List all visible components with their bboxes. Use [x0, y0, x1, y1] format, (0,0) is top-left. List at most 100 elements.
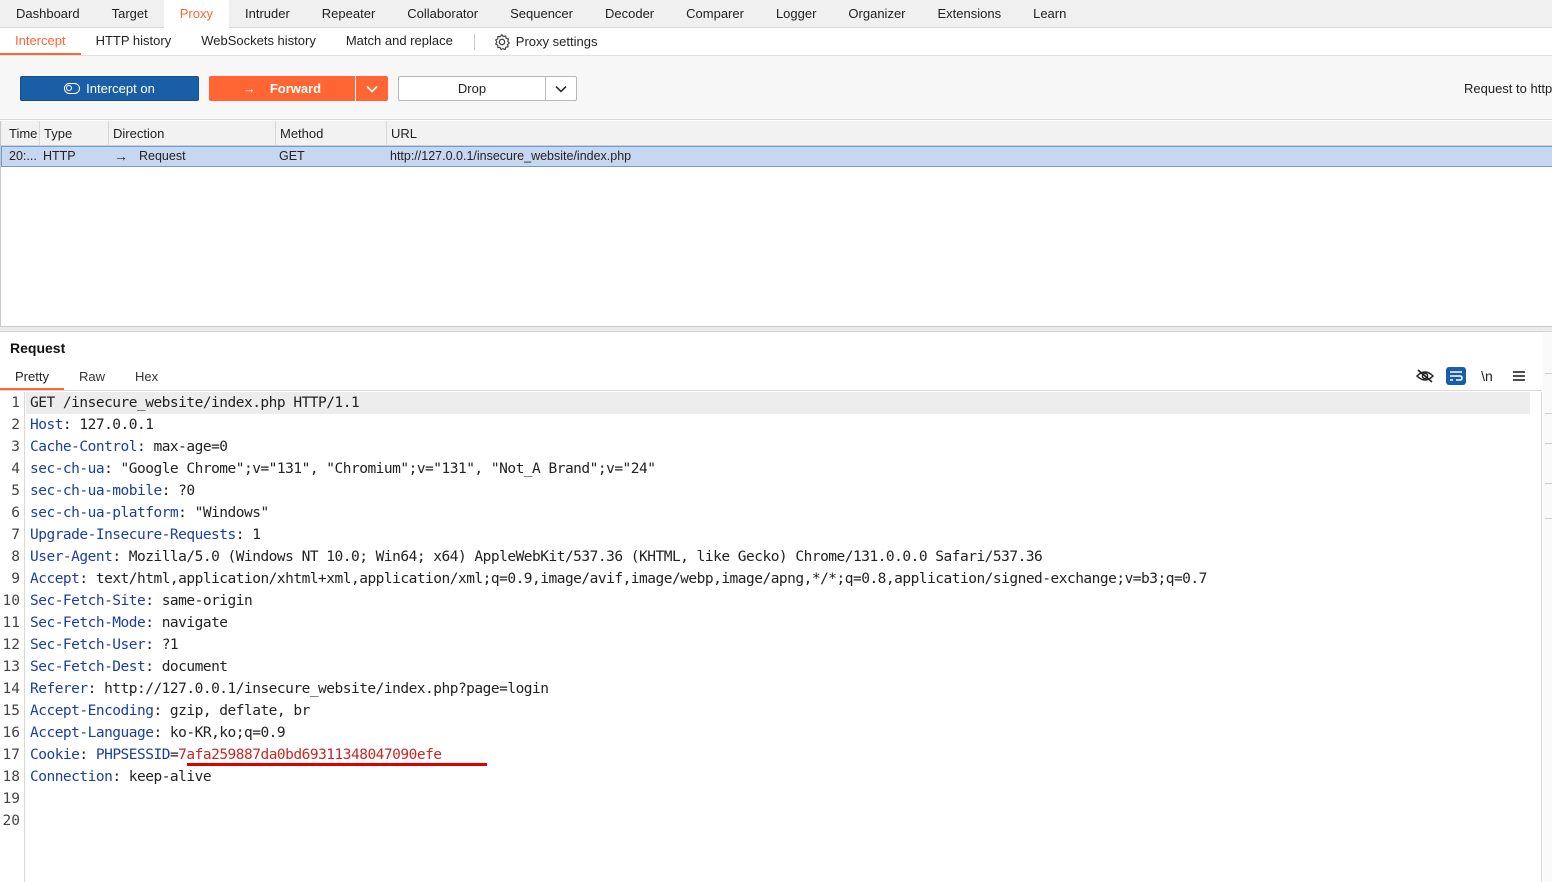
- header-line: sec-ch-ua: "Google Chrome";v="131", "Chr…: [30, 458, 656, 480]
- forward-button[interactable]: → Forward: [209, 76, 356, 101]
- pane-splitter[interactable]: [0, 327, 1552, 332]
- line-number: 19: [2, 791, 20, 807]
- header-value: 127.0.0.1: [79, 417, 154, 433]
- tab-pretty[interactable]: Pretty: [0, 364, 64, 390]
- drop-dropdown-button[interactable]: [546, 77, 576, 100]
- intercept-toggle-button[interactable]: Intercept on: [20, 76, 199, 101]
- table-row[interactable]: 20:... HTTP → Request GET http://127.0.0…: [1, 146, 1552, 167]
- header-line: sec-ch-ua-mobile: ?0: [30, 480, 195, 502]
- tab-websockets-history[interactable]: WebSockets history: [186, 28, 331, 55]
- inspector-side-strip[interactable]: [1543, 333, 1552, 882]
- tab-hex[interactable]: Hex: [120, 364, 173, 390]
- tab-logger[interactable]: Logger: [760, 0, 832, 28]
- header-value: max-age=0: [153, 439, 228, 455]
- line-number: 12: [2, 637, 20, 653]
- header-line: Sec-Fetch-User: ?1: [30, 634, 179, 656]
- header-key: Sec-Fetch-User: [30, 637, 146, 653]
- tab-intruder[interactable]: Intruder: [229, 0, 306, 28]
- line-number-gutter: 1 2 3 4 5 6 7 8 9 10 11 12 13 14 15 16 1…: [0, 392, 25, 882]
- tab-dashboard[interactable]: Dashboard: [0, 0, 96, 28]
- request-editor[interactable]: 1 2 3 4 5 6 7 8 9 10 11 12 13 14 15 16 1…: [0, 392, 1542, 882]
- header-sep: :: [145, 659, 162, 675]
- header-key: Connection: [30, 769, 113, 785]
- tab-raw[interactable]: Raw: [64, 364, 120, 390]
- column-header-method[interactable]: Method: [276, 121, 387, 146]
- request-target-label: Request to http: [1464, 81, 1552, 96]
- line-number: 8: [11, 549, 20, 565]
- header-sep: :: [112, 549, 129, 565]
- line-number: 13: [2, 659, 20, 675]
- header-sep: :: [112, 769, 129, 785]
- arrow-right-icon: →: [242, 81, 256, 96]
- hamburger-menu-icon[interactable]: [1508, 366, 1530, 386]
- request-line: GET /insecure_website/index.php HTTP/1.1: [26, 392, 1530, 414]
- header-value: text/html,application/xhtml+xml,applicat…: [95, 571, 1208, 587]
- tab-extensions[interactable]: Extensions: [922, 0, 1018, 28]
- header-sep: :: [79, 747, 96, 763]
- drop-button[interactable]: Drop: [399, 77, 546, 100]
- tab-decoder[interactable]: Decoder: [589, 0, 670, 28]
- chevron-down-icon: [366, 85, 378, 93]
- forward-dropdown-button[interactable]: [356, 76, 388, 101]
- header-value: http://127.0.0.1/insecure_website/index.…: [104, 681, 549, 697]
- header-sep: :: [104, 461, 121, 477]
- proxy-settings-button[interactable]: Proxy settings: [487, 28, 613, 55]
- line-number: 11: [2, 615, 20, 631]
- header-value: 1: [252, 527, 261, 543]
- table-header: Time Type Direction Method URL: [1, 121, 1552, 146]
- header-sep: :: [87, 681, 105, 697]
- header-value: navigate: [161, 615, 228, 631]
- header-value: ?1: [161, 637, 179, 653]
- header-value: "Windows": [194, 505, 270, 521]
- column-header-direction[interactable]: Direction: [109, 121, 276, 146]
- column-header-url[interactable]: URL: [387, 121, 1547, 146]
- header-key: User-Agent: [30, 549, 113, 565]
- line-number: 4: [11, 461, 20, 477]
- header-key: Sec-Fetch-Mode: [30, 615, 146, 631]
- header-line: User-Agent: Mozilla/5.0 (Windows NT 10.0…: [30, 546, 1043, 568]
- request-panel-title: Request: [10, 340, 66, 356]
- header-sep: :: [153, 725, 170, 741]
- header-value: "Google Chrome";v="131", "Chromium";v="1…: [120, 461, 656, 477]
- tab-http-history[interactable]: HTTP history: [81, 28, 187, 55]
- tab-sequencer[interactable]: Sequencer: [494, 0, 589, 28]
- forward-label: Forward: [269, 81, 322, 96]
- row-method: GET: [279, 149, 305, 163]
- column-header-type[interactable]: Type: [40, 121, 109, 146]
- header-sep: :: [62, 417, 80, 433]
- wrap-lines-icon[interactable]: [1446, 367, 1466, 385]
- line-number: 16: [2, 725, 20, 741]
- hide-eye-icon[interactable]: [1414, 366, 1436, 386]
- header-line: Accept-Encoding: gzip, deflate, br: [30, 700, 310, 722]
- forward-button-group: → Forward: [209, 76, 388, 101]
- tab-match-and-replace[interactable]: Match and replace: [331, 28, 468, 55]
- tab-learn[interactable]: Learn: [1017, 0, 1082, 28]
- chevron-down-icon: [555, 85, 567, 93]
- cookie-name: PHPSESSID: [95, 747, 171, 763]
- tab-target[interactable]: Target: [96, 0, 164, 28]
- gear-icon: [494, 33, 510, 50]
- intercept-queue-table: Time Type Direction Method URL 20:... HT…: [0, 121, 1552, 327]
- toggle-icon: [64, 83, 81, 94]
- header-sep: :: [145, 615, 162, 631]
- tab-intercept[interactable]: Intercept: [0, 28, 81, 55]
- header-line: Upgrade-Insecure-Requests: 1: [30, 524, 261, 546]
- tab-comparer[interactable]: Comparer: [670, 0, 760, 28]
- line-number: 14: [2, 681, 20, 697]
- header-key: sec-ch-ua: [30, 461, 105, 477]
- proxy-sub-tab-bar: Intercept HTTP history WebSockets histor…: [0, 28, 1552, 55]
- header-sep: :: [161, 483, 179, 499]
- column-header-time[interactable]: Time: [5, 121, 40, 146]
- header-key: Host: [30, 417, 63, 433]
- newline-toggle[interactable]: \n: [1476, 366, 1498, 386]
- tab-organizer[interactable]: Organizer: [832, 0, 921, 28]
- header-key: Accept: [30, 571, 80, 587]
- drop-button-group: Drop: [398, 76, 577, 101]
- tab-collaborator[interactable]: Collaborator: [391, 0, 494, 28]
- arrow-right-icon: →: [114, 148, 128, 164]
- tab-proxy[interactable]: Proxy: [163, 0, 229, 28]
- row-url: http://127.0.0.1/insecure_website/index.…: [390, 149, 632, 163]
- header-line: Sec-Fetch-Site: same-origin: [30, 590, 253, 612]
- tab-repeater[interactable]: Repeater: [306, 0, 391, 28]
- header-value: document: [161, 659, 228, 675]
